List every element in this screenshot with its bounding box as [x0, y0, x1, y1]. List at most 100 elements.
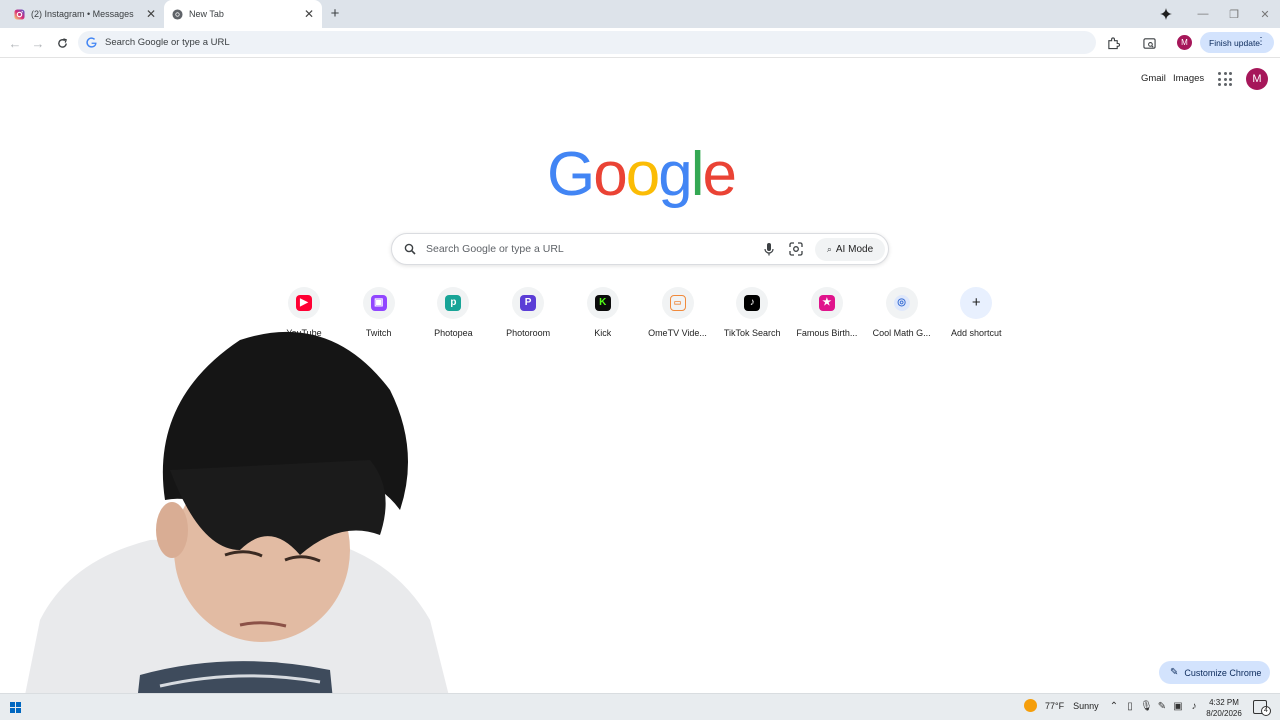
microphone-tray-icon[interactable]: 🎙	[1140, 701, 1153, 713]
photopea-icon: p	[445, 295, 462, 311]
notification-badge: 4	[1261, 706, 1271, 716]
customize-chrome-button[interactable]: ✎ Customize Chrome	[1159, 661, 1270, 684]
shortcut-circle: p	[437, 287, 470, 319]
weather-condition: Sunny	[1073, 700, 1099, 711]
shortcut-circle: K	[586, 287, 619, 319]
close-icon[interactable]: ✕	[144, 7, 158, 21]
minimize-button[interactable]: —	[1187, 0, 1219, 28]
tab-title: New Tab	[189, 9, 224, 19]
shortcut-tile[interactable]: K Kick	[567, 287, 639, 347]
logo-letter: o	[593, 140, 628, 209]
images-link[interactable]: Images	[1173, 73, 1204, 84]
search-box[interactable]: Search Google or type a URL ⌕ AI Mode	[391, 233, 889, 265]
back-button[interactable]: ←	[6, 34, 24, 52]
coolmath-icon: ◎	[893, 295, 910, 311]
weather-widget[interactable]: 77°F Sunny	[1024, 699, 1099, 712]
google-g-icon	[86, 37, 97, 48]
shortcut-label: Famous Birth...	[796, 328, 858, 338]
famous-birthdays-icon: ★	[818, 295, 835, 311]
shortcut-circle: +	[960, 287, 993, 319]
tab-strip: (2) Instagram • Messages ✕ New Tab ✕ + —…	[0, 0, 1280, 28]
google-logo: Google	[547, 140, 737, 210]
shortcut-circle: ♪	[736, 287, 769, 319]
google-apps-icon[interactable]	[1218, 72, 1232, 86]
shortcut-circle: ◎	[885, 287, 918, 319]
taskbar: 77°F Sunny ⌃ ▯ 🎙 ✎ ▣ ♪ 4:32 PM 8/20/2026…	[0, 693, 1280, 720]
more-vert-icon: ⋮	[1256, 36, 1266, 47]
address-bar[interactable]: Search Google or type a URL	[78, 31, 1096, 54]
logo-letter: o	[625, 140, 661, 209]
sun-icon	[1024, 699, 1037, 712]
network-icon[interactable]: ▣	[1172, 701, 1184, 713]
tab-new-tab[interactable]: New Tab ✕	[164, 0, 322, 28]
new-tab-button[interactable]: +	[327, 6, 343, 22]
tab-search-icon[interactable]	[1140, 34, 1158, 52]
weather-temperature: 77°F	[1045, 700, 1065, 711]
gmail-link[interactable]: Gmail	[1141, 73, 1166, 84]
shortcut-tile[interactable]: ★ Famous Birth...	[791, 287, 863, 347]
ai-search-icon: ⌕	[826, 244, 832, 254]
search-input[interactable]: Search Google or type a URL	[426, 243, 564, 255]
shortcut-tile[interactable]: + Add shortcut	[940, 287, 1012, 347]
google-lens-icon[interactable]	[789, 242, 803, 256]
close-icon[interactable]: ✕	[302, 7, 316, 21]
tab-title: (2) Instagram • Messages	[31, 9, 134, 19]
logo-letter: G	[547, 140, 595, 209]
shortcut-label: TikTok Search	[723, 328, 781, 338]
pencil-icon: ✎	[1170, 667, 1179, 678]
tiktok-icon: ♪	[744, 295, 761, 311]
microphone-icon[interactable]	[762, 242, 776, 257]
shortcut-circle: ▭	[661, 287, 694, 319]
chrome-icon	[172, 8, 183, 20]
plus-icon: +	[971, 294, 981, 311]
shortcut-circle: P	[512, 287, 545, 319]
shortcut-circle: ▣	[362, 287, 395, 319]
close-window-button[interactable]: ✕	[1249, 0, 1280, 28]
phone-link-icon[interactable]: ▯	[1124, 701, 1136, 713]
shortcut-tile[interactable]: ♪ TikTok Search	[716, 287, 788, 347]
browser-window: (2) Instagram • Messages ✕ New Tab ✕ + —…	[0, 0, 1280, 720]
photoroom-icon: P	[520, 295, 537, 311]
pen-icon[interactable]: ✎	[1156, 701, 1168, 713]
profile-avatar[interactable]: M	[1177, 35, 1192, 50]
clock[interactable]: 4:32 PM 8/20/2026	[1198, 697, 1250, 719]
tab-instagram[interactable]: (2) Instagram • Messages ✕	[6, 0, 164, 28]
shortcut-label: OmeTV Vide...	[648, 328, 707, 338]
search-icon	[404, 243, 416, 255]
chevron-up-icon[interactable]: ⌃	[1108, 701, 1120, 713]
shortcut-tile[interactable]: ◎ Cool Math G...	[866, 287, 938, 347]
finish-update-label: Finish update	[1209, 37, 1261, 48]
account-avatar[interactable]: M	[1246, 68, 1268, 90]
finish-update-button[interactable]: Finish update ⋮	[1200, 32, 1274, 53]
gemini-icon[interactable]	[1150, 0, 1182, 28]
maximize-button[interactable]: ❐	[1218, 0, 1250, 28]
shortcut-tile[interactable]: ▭ OmeTV Vide...	[642, 287, 714, 347]
youtube-icon: ▶	[296, 295, 312, 311]
address-bar-placeholder: Search Google or type a URL	[105, 37, 230, 48]
windows-start-icon[interactable]	[10, 702, 21, 713]
ai-mode-button[interactable]: ⌕ AI Mode	[815, 238, 885, 261]
shortcut-label: Kick	[594, 328, 612, 338]
customize-chrome-label: Customize Chrome	[1184, 667, 1262, 678]
kick-icon: K	[594, 295, 611, 311]
clock-date: 8/20/2026	[1206, 709, 1242, 718]
ai-mode-label: AI Mode	[835, 244, 874, 255]
shortcut-circle: ★	[810, 287, 843, 319]
ometv-icon: ▭	[669, 295, 686, 311]
shortcut-circle: ▶	[288, 287, 320, 319]
shortcut-label: Photoroom	[506, 328, 551, 338]
logo-letter: g	[658, 140, 693, 209]
extensions-icon[interactable]	[1104, 34, 1122, 52]
clock-time: 4:32 PM	[1209, 698, 1239, 707]
logo-letter: l	[690, 140, 705, 209]
instagram-icon	[14, 8, 25, 20]
reload-button[interactable]	[53, 34, 71, 52]
toolbar: ← → Search Google or type a URL M Finish…	[0, 28, 1280, 58]
forward-button[interactable]: →	[29, 34, 47, 52]
logo-letter: e	[702, 140, 737, 209]
shortcut-label: Cool Math G...	[872, 328, 931, 338]
reload-icon	[57, 37, 67, 48]
shortcut-tile[interactable]: P Photoroom	[492, 287, 564, 347]
shortcut-label: Add shortcut	[951, 328, 1002, 338]
webcam-overlay	[20, 331, 455, 720]
